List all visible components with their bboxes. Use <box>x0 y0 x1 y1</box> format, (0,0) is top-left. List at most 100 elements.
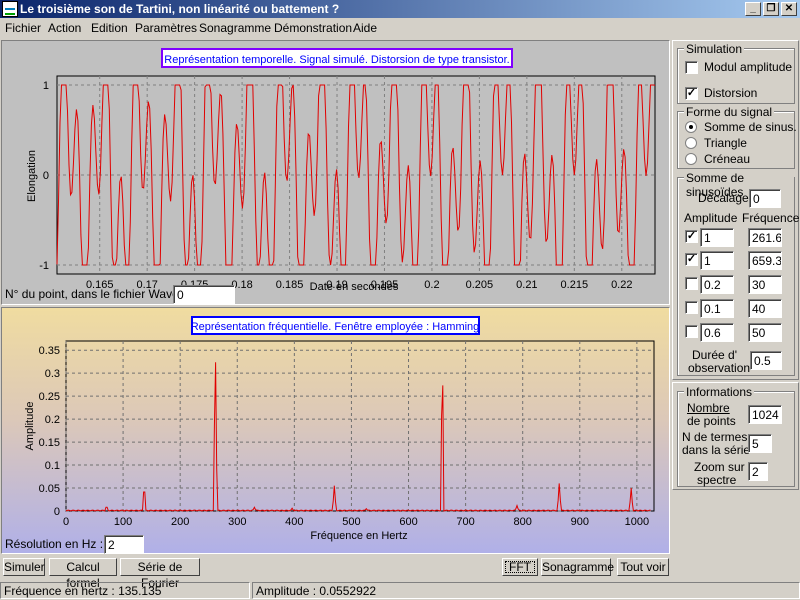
temporal-panel: Représentation temporelle. Signal simulé… <box>1 40 670 305</box>
menu-sonagramme[interactable]: Sonagramme <box>199 21 271 35</box>
radio-creneau[interactable] <box>685 153 697 165</box>
frequency-ytick: 0.35 <box>39 345 60 357</box>
temporal-xtick: 0.205 <box>466 279 494 291</box>
frequency-xtick: 1000 <box>625 516 649 528</box>
temporal-ylabel: Elongation <box>26 150 38 202</box>
temporal-chart[interactable]: Représentation temporelle. Signal simulé… <box>2 41 669 304</box>
frequency-title: Représentation fréquentielle. Fenêtre em… <box>191 321 480 333</box>
temporal-ytick: 0 <box>43 170 49 182</box>
radio-triangle-label: Triangle <box>704 136 747 150</box>
frequency-ytick: 0.25 <box>39 391 60 403</box>
temporal-xtick: 0.21 <box>516 279 537 291</box>
frequency-xtick: 800 <box>514 516 532 528</box>
temporal-ytick: 1 <box>43 80 49 92</box>
radio-somme-sinus[interactable] <box>685 121 697 133</box>
radio-creneau-label: Créneau <box>704 152 751 166</box>
menu-edition[interactable]: Edition <box>91 21 128 35</box>
frequence-header: Fréquence <box>742 211 800 225</box>
termes-label-line2: dans la série <box>682 443 751 457</box>
tout-voir-button[interactable]: Tout voir <box>617 558 669 576</box>
simuler-button[interactable]: Simuler <box>3 558 45 576</box>
modul-amplitude-checkbox[interactable] <box>685 61 698 74</box>
nombre-label-line1: Nombre <box>687 401 730 415</box>
frequency-chart[interactable]: Représentation fréquentielle. Fenêtre em… <box>2 308 669 553</box>
temporal-xtick: 0.2 <box>424 279 439 291</box>
row5-frequence-input[interactable]: 50 <box>748 323 782 342</box>
frequency-xtick: 500 <box>342 516 360 528</box>
temporal-xlabel: Date en secondes <box>310 281 399 293</box>
row2-checkbox[interactable]: ✓ <box>685 253 698 266</box>
point-label: N° du point, dans le fichier Wave : <box>5 287 186 301</box>
zoom-label-line1: Zoom sur <box>694 460 745 474</box>
temporal-xtick: 0.22 <box>611 279 632 291</box>
menu-parametres[interactable]: Paramètres <box>135 21 197 35</box>
menu-aide[interactable]: Aide <box>353 21 377 35</box>
row3-checkbox[interactable] <box>685 277 698 290</box>
row1-frequence-input[interactable]: 261.6 <box>748 228 782 247</box>
radio-triangle[interactable] <box>685 137 697 149</box>
informations-group: Informations Nombre de points 1024 N de … <box>677 385 795 487</box>
temporal-xtick: 0.185 <box>276 279 304 291</box>
distorsion-checkbox[interactable]: ✓ <box>685 87 698 100</box>
row5-checkbox[interactable] <box>685 325 698 338</box>
frequency-xtick: 300 <box>228 516 246 528</box>
row3-frequence-input[interactable]: 30 <box>748 275 782 294</box>
sonagramme-button[interactable]: Sonagramme <box>541 558 614 576</box>
calcul-formel-button[interactable]: Calcul formel <box>49 558 117 590</box>
fft-button[interactable]: FFT <box>502 558 538 576</box>
frequency-xtick: 200 <box>171 516 189 528</box>
point-input[interactable]: 0 <box>173 285 235 304</box>
menu-demonstration[interactable]: Démonstration <box>274 21 352 35</box>
frequency-ytick: 0.05 <box>39 483 60 495</box>
amplitude-header: Amplitude <box>684 211 738 225</box>
row2-amplitude-input[interactable]: 1 <box>700 251 734 270</box>
decalage-input[interactable]: 0 <box>749 189 781 208</box>
row3-amplitude-input[interactable]: 0.2 <box>700 275 734 294</box>
serie-fourier-button[interactable]: Série de Fourier <box>120 558 200 590</box>
termes-label-line1: N de termes <box>682 430 748 444</box>
decalage-label: Décalage <box>698 191 749 205</box>
frequency-xtick: 0 <box>63 516 69 528</box>
app-icon <box>2 1 18 17</box>
termes-input[interactable]: 5 <box>748 434 772 453</box>
nombre-label-line2: de points <box>687 414 736 428</box>
frequency-xtick: 400 <box>285 516 303 528</box>
forme-signal-group: Forme du signal Somme de sinus. Triangle… <box>677 105 797 169</box>
frequency-ytick: 0.2 <box>45 414 60 426</box>
frequency-ylabel: Amplitude <box>24 402 36 451</box>
frequency-ytick: 0.1 <box>45 460 60 472</box>
frequency-ytick: 0.15 <box>39 437 60 449</box>
minimize-button[interactable]: _ <box>745 2 761 16</box>
menu-action[interactable]: Action <box>48 21 81 35</box>
close-button[interactable]: ✕ <box>781 2 797 16</box>
frequency-spectrum-line <box>65 362 651 512</box>
row4-checkbox[interactable] <box>685 301 698 314</box>
status-amplitude: Amplitude : 0.0552922 <box>252 582 800 599</box>
frequency-ytick: 0 <box>54 506 60 518</box>
resolution-label: Résolution en Hz : <box>5 537 104 551</box>
row4-frequence-input[interactable]: 40 <box>748 299 782 318</box>
frequency-xtick: 100 <box>114 516 132 528</box>
resolution-input[interactable]: 2 <box>104 535 144 554</box>
temporal-title: Représentation temporelle. Signal simulé… <box>164 54 509 66</box>
row5-amplitude-input[interactable]: 0.6 <box>700 323 734 342</box>
frequency-xlabel: Fréquence en Hertz <box>310 530 407 542</box>
title-bar: Le troisième son de Tartini, non linéari… <box>0 0 800 18</box>
duree-label-line1: Durée d' <box>692 348 737 362</box>
frequency-panel: Représentation fréquentielle. Fenêtre em… <box>1 307 670 554</box>
row2-frequence-input[interactable]: 659.3 <box>748 251 782 270</box>
nombre-points-input[interactable]: 1024 <box>748 405 782 424</box>
frequency-xtick: 900 <box>571 516 589 528</box>
duree-input[interactable]: 0.5 <box>750 351 782 370</box>
row1-amplitude-input[interactable]: 1 <box>700 228 734 247</box>
temporal-ytick: -1 <box>39 260 49 272</box>
simulation-group: Simulation Modul amplitude ✓ Distorsion <box>677 42 795 104</box>
zoom-input[interactable]: 2 <box>748 462 768 481</box>
row1-checkbox[interactable]: ✓ <box>685 230 698 243</box>
frequency-ytick: 0.3 <box>45 368 60 380</box>
frequency-plot-area <box>65 340 655 512</box>
maximize-button[interactable]: ❐ <box>763 2 779 16</box>
menu-fichier[interactable]: Fichier <box>5 21 41 35</box>
controls-panel: Simulation Modul amplitude ✓ Distorsion … <box>672 40 799 380</box>
row4-amplitude-input[interactable]: 0.1 <box>700 299 734 318</box>
